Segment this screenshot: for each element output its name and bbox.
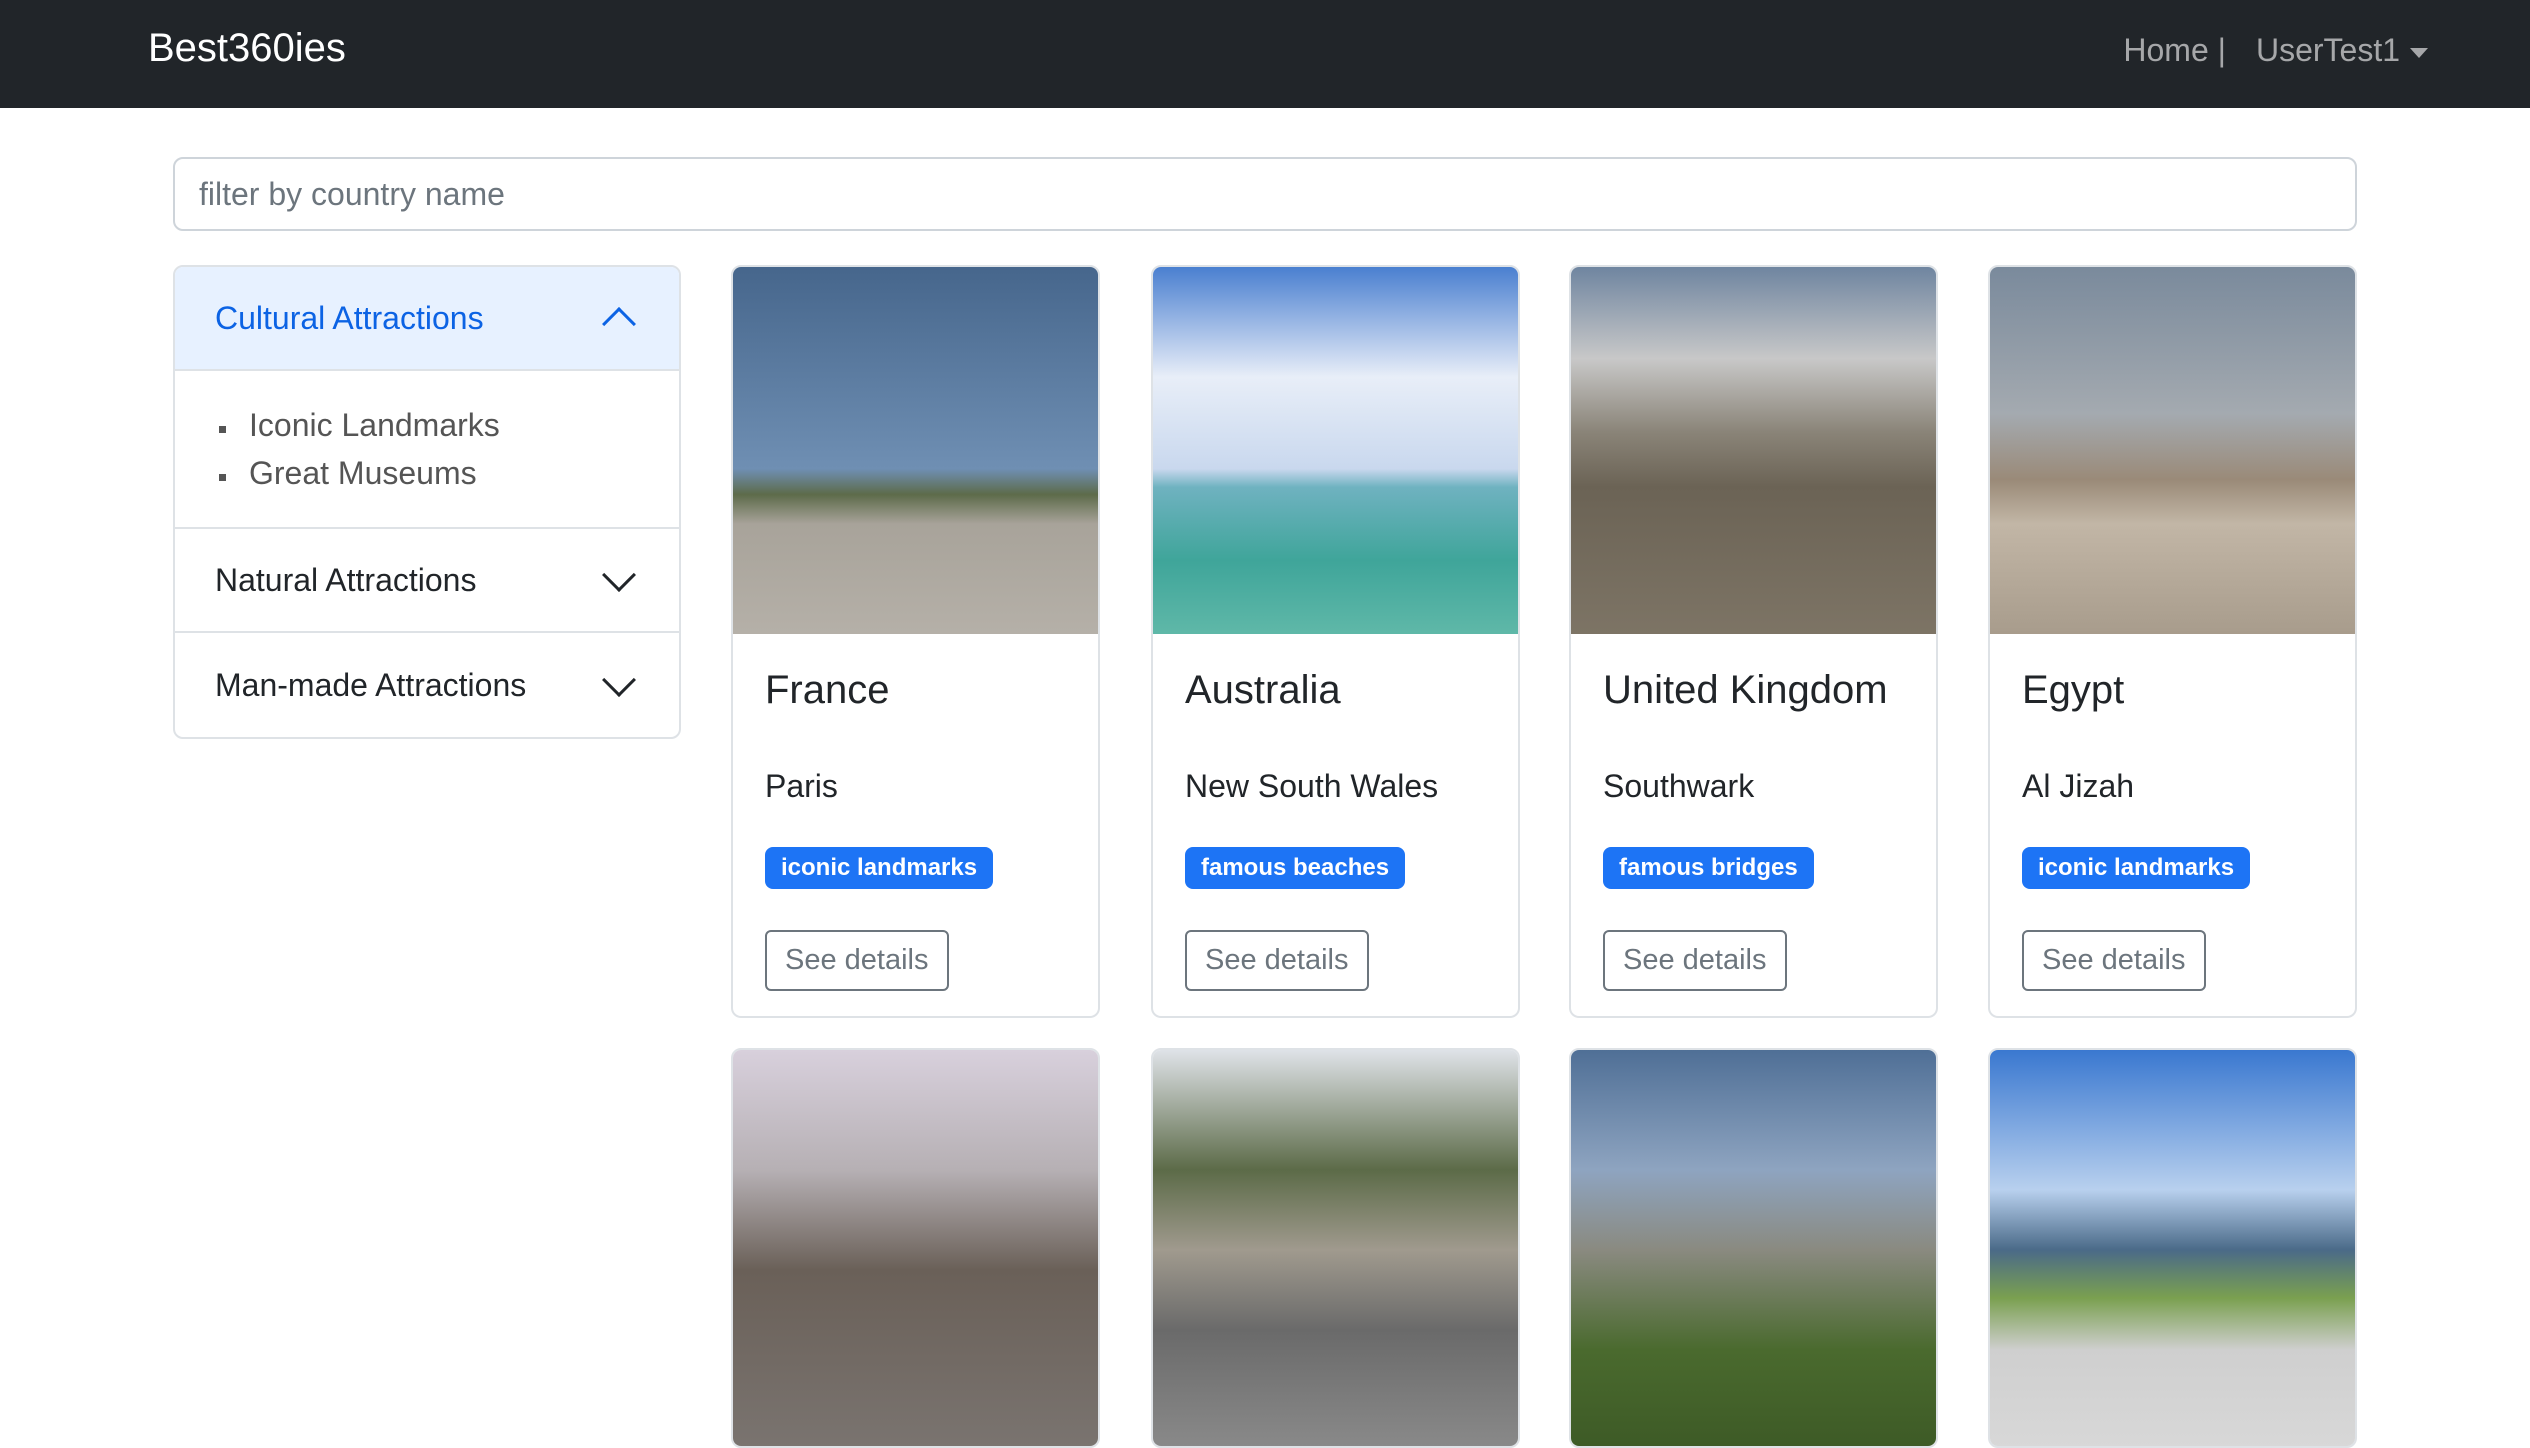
brand-logo[interactable]: Best360ies (148, 26, 346, 71)
card-region: Al Jizah (2022, 768, 2135, 804)
navbar: Best360ies Home | UserTest1 (0, 0, 2530, 108)
chevron-up-icon (602, 307, 636, 341)
stonehenge-image (1571, 1050, 1936, 1446)
section-label: Man-made Attractions (215, 666, 527, 703)
card-title: France (765, 668, 890, 712)
see-details-button[interactable]: See details (1603, 930, 1787, 991)
chevron-down-icon (602, 558, 636, 592)
card-region: New South Wales (1185, 768, 1439, 804)
france-image (733, 267, 1098, 634)
card-row2-3 (1569, 1048, 1938, 1448)
section-label: Natural Attractions (215, 561, 477, 598)
accordion-cultural-attractions[interactable]: Cultural Attractions (175, 267, 679, 371)
see-details-button[interactable]: See details (2022, 930, 2206, 991)
card-row2-1 (731, 1048, 1100, 1448)
cultural-attractions-list: Iconic Landmarks Great Museums (175, 371, 679, 529)
accordion-man-made-attractions[interactable]: Man-made Attractions (175, 633, 679, 737)
home-link[interactable]: Home | (2123, 32, 2226, 69)
tag-badge: iconic landmarks (765, 847, 994, 889)
section-label: Cultural Attractions (215, 299, 484, 336)
card-row2-4 (1988, 1048, 2357, 1448)
card-region: Paris (765, 768, 838, 804)
accordion-natural-attractions[interactable]: Natural Attractions (175, 529, 679, 633)
tag-badge: iconic landmarks (2022, 847, 2251, 889)
australia-image (1153, 267, 1518, 634)
list-item-iconic-landmarks[interactable]: Iconic Landmarks (239, 401, 639, 449)
tag-badge: famous beaches (1185, 847, 1406, 889)
card-row2-2 (1151, 1048, 1520, 1448)
card-egypt: Egypt Al Jizah iconic landmarks See deta… (1988, 265, 2357, 1018)
user-name: UserTest1 (2255, 32, 2400, 68)
chevron-down-icon (602, 663, 636, 697)
list-item-great-museums[interactable]: Great Museums (239, 449, 639, 497)
attractions-accordion: Cultural Attractions Iconic Landmarks Gr… (173, 265, 681, 739)
card-title: Egypt (2022, 668, 2125, 712)
harbour-image (1990, 1050, 2355, 1446)
egypt-image (1990, 267, 2355, 634)
card-title: United Kingdom (1603, 668, 1888, 712)
museum-image (1153, 1050, 1518, 1446)
card-france: France Paris iconic landmarks See detail… (731, 265, 1100, 1018)
card-region: Southwark (1603, 768, 1755, 804)
see-details-button[interactable]: See details (765, 930, 949, 991)
country-filter-input[interactable] (173, 157, 2357, 231)
card-title: Australia (1185, 668, 1341, 712)
card-united-kingdom: United Kingdom Southwark famous bridges … (1569, 265, 1938, 1018)
caret-down-icon (2410, 47, 2428, 58)
card-australia: Australia New South Wales famous beaches… (1151, 265, 1520, 1018)
see-details-button[interactable]: See details (1185, 930, 1369, 991)
united-kingdom-image (1571, 267, 1936, 634)
tag-badge: famous bridges (1603, 847, 1814, 889)
cathedral-image (733, 1050, 1098, 1446)
user-dropdown[interactable]: UserTest1 (2256, 32, 2428, 69)
